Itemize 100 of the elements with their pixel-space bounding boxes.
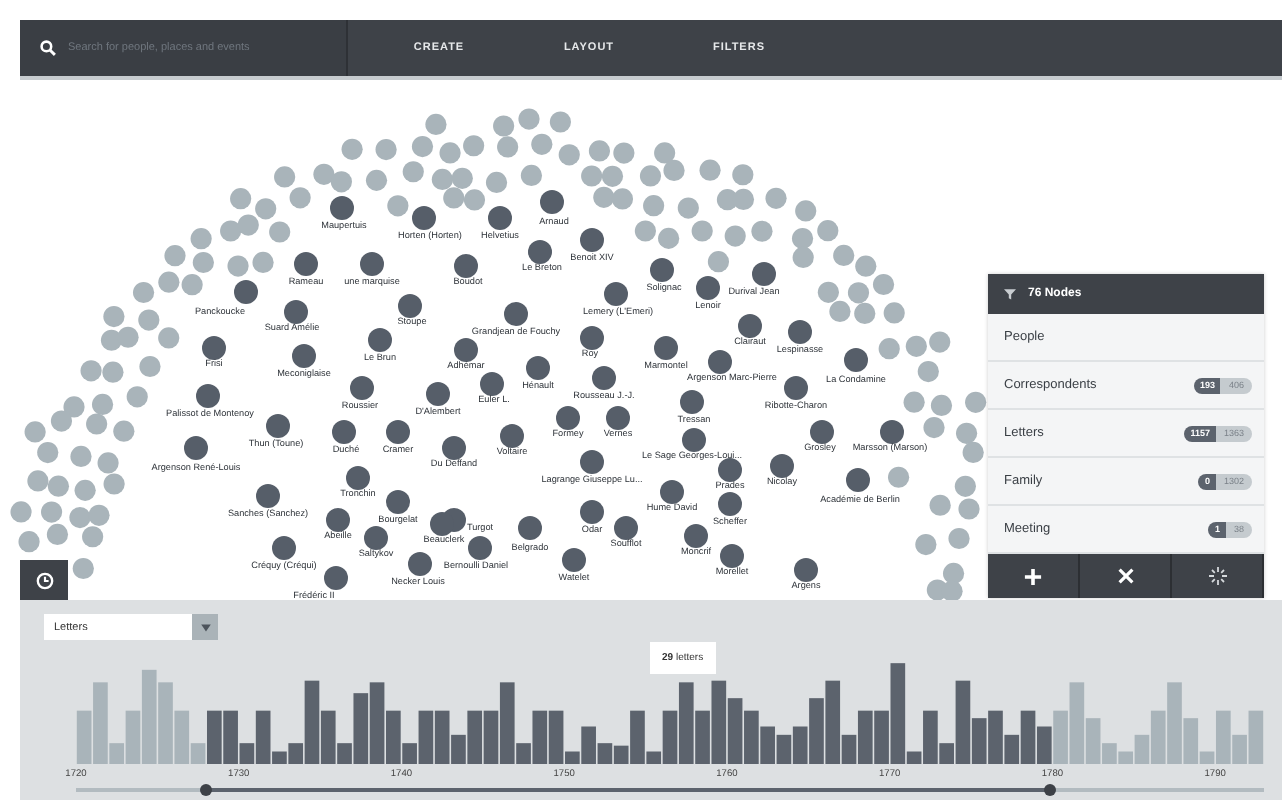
node[interactable] [810, 420, 834, 444]
node[interactable] [255, 198, 277, 220]
node[interactable] [468, 536, 492, 560]
node[interactable] [520, 164, 543, 186]
node[interactable] [485, 171, 508, 193]
node[interactable] [266, 414, 290, 438]
range-handle[interactable] [200, 784, 213, 796]
node[interactable] [480, 372, 504, 396]
node[interactable] [324, 566, 348, 590]
node[interactable] [158, 327, 180, 349]
node[interactable] [386, 420, 410, 444]
node[interactable] [97, 452, 119, 474]
node[interactable] [720, 544, 744, 568]
node[interactable] [732, 164, 754, 186]
node[interactable] [654, 336, 678, 360]
node[interactable] [330, 171, 352, 193]
node[interactable] [326, 508, 350, 532]
node[interactable] [941, 580, 963, 602]
node[interactable] [330, 196, 354, 220]
node[interactable] [70, 445, 92, 468]
node[interactable] [791, 228, 814, 250]
node[interactable] [190, 228, 212, 250]
node[interactable] [526, 356, 550, 380]
node[interactable] [92, 393, 114, 416]
node[interactable] [724, 225, 746, 247]
node[interactable] [639, 165, 662, 187]
node[interactable] [817, 220, 839, 242]
node[interactable] [443, 187, 465, 209]
node[interactable] [677, 197, 699, 219]
node[interactable] [562, 548, 586, 572]
node[interactable] [463, 189, 486, 211]
node[interactable] [292, 344, 316, 368]
node[interactable] [558, 144, 580, 166]
node[interactable] [923, 416, 945, 439]
node[interactable] [592, 366, 616, 390]
node[interactable] [234, 280, 258, 304]
node[interactable] [252, 251, 274, 273]
node[interactable] [332, 420, 356, 444]
node[interactable] [905, 335, 927, 357]
node[interactable] [86, 413, 108, 435]
node[interactable] [10, 501, 32, 523]
node[interactable] [581, 165, 603, 187]
node[interactable] [82, 526, 104, 548]
node[interactable] [88, 504, 110, 526]
node[interactable] [663, 159, 685, 181]
node[interactable] [497, 136, 519, 158]
node[interactable] [289, 187, 311, 209]
node[interactable] [181, 274, 203, 296]
node[interactable] [202, 336, 226, 360]
node[interactable] [880, 420, 904, 444]
node[interactable] [164, 245, 186, 267]
node[interactable] [634, 220, 656, 242]
range-handle[interactable] [1044, 784, 1057, 796]
node[interactable] [917, 360, 939, 383]
node[interactable] [518, 108, 540, 130]
node[interactable] [696, 276, 720, 300]
node[interactable] [493, 115, 515, 137]
node[interactable] [360, 252, 384, 276]
node[interactable] [103, 473, 125, 495]
node[interactable] [341, 138, 363, 160]
node[interactable] [855, 255, 877, 277]
node[interactable] [606, 406, 630, 430]
node[interactable] [50, 410, 73, 432]
node[interactable] [364, 526, 388, 550]
node[interactable] [368, 328, 392, 352]
node[interactable] [844, 348, 868, 372]
node[interactable] [274, 166, 296, 188]
node[interactable] [227, 255, 249, 277]
node[interactable] [463, 135, 485, 157]
node[interactable] [765, 187, 787, 209]
node[interactable] [718, 492, 742, 516]
node[interactable] [411, 136, 434, 158]
node[interactable] [614, 516, 638, 540]
node[interactable] [41, 501, 63, 523]
node[interactable] [929, 331, 951, 353]
node[interactable] [451, 167, 473, 189]
node[interactable] [350, 376, 374, 400]
node[interactable] [654, 142, 676, 164]
node[interactable] [365, 169, 388, 191]
node[interactable] [878, 338, 900, 360]
node[interactable] [718, 458, 742, 482]
node[interactable] [74, 479, 96, 501]
node[interactable] [138, 309, 160, 331]
node[interactable] [795, 200, 817, 222]
node[interactable] [593, 186, 615, 208]
node[interactable] [442, 436, 466, 460]
node[interactable] [192, 251, 214, 274]
node[interactable] [500, 424, 524, 448]
node[interactable] [408, 552, 432, 576]
node[interactable] [47, 475, 69, 497]
node[interactable] [256, 484, 280, 508]
node[interactable] [580, 228, 604, 252]
node[interactable] [402, 161, 424, 183]
node[interactable] [425, 113, 447, 135]
node[interactable] [24, 421, 46, 443]
node[interactable] [611, 188, 634, 210]
node[interactable] [883, 302, 905, 324]
node[interactable] [80, 360, 102, 382]
node[interactable] [454, 338, 478, 362]
node[interactable] [284, 300, 308, 324]
